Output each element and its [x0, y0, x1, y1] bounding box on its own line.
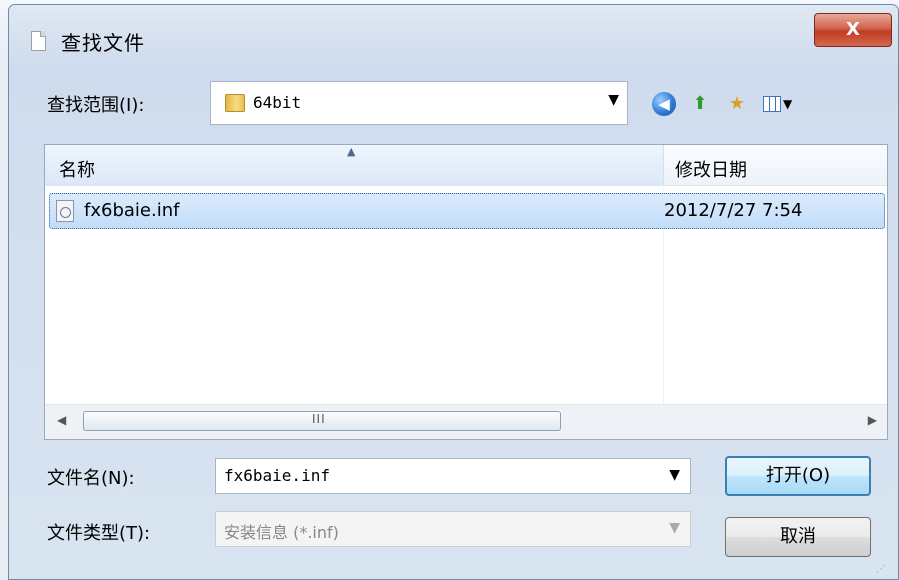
folder-icon [225, 94, 245, 112]
thumb-grip: III [312, 412, 326, 426]
file-name-cell: fx6baie.inf [84, 200, 180, 221]
open-file-dialog: 查找文件 X 查找范围(I): 64bit ▼ ◀ ⬆ ★ ▼ ▲ 名称 修改日… [8, 4, 899, 580]
file-name-input[interactable]: fx6baie.inf ▼ [215, 458, 691, 494]
view-grid-icon [763, 96, 781, 112]
column-name-label: 名称 [59, 160, 95, 181]
close-button[interactable]: X [814, 13, 892, 47]
document-icon [31, 31, 46, 51]
column-header-row: ▲ 名称 修改日期 [45, 145, 887, 186]
file-type-select: 安装信息 (*.inf) ▼ [215, 511, 691, 547]
view-menu-button[interactable]: ▼ [763, 92, 797, 116]
look-in-label: 查找范围(I): [47, 95, 145, 116]
dialog-body: 查找范围(I): 64bit ▼ ◀ ⬆ ★ ▼ ▲ 名称 修改日期 fx6ba… [19, 67, 888, 577]
scroll-thumb[interactable]: III [83, 411, 561, 431]
new-folder-icon[interactable]: ★ [725, 92, 749, 116]
back-icon[interactable]: ◀ [652, 92, 676, 116]
inf-file-icon [56, 200, 74, 222]
horizontal-scrollbar[interactable]: ◀ III ▶ [45, 404, 887, 439]
title-bar: 查找文件 X [9, 5, 898, 67]
file-type-value: 安装信息 (*.inf) [224, 523, 339, 542]
column-header-name[interactable]: ▲ 名称 [45, 145, 664, 185]
look-in-combobox[interactable]: 64bit ▼ [210, 81, 628, 125]
chevron-down-icon[interactable]: ▼ [669, 467, 680, 483]
table-row[interactable]: fx6baie.inf 2012/7/27 7:54 [49, 193, 885, 229]
resize-grip-icon[interactable]: ⋰ [876, 564, 886, 575]
scroll-right-icon[interactable]: ▶ [868, 413, 877, 427]
cancel-button[interactable]: 取消 [725, 517, 871, 557]
look-in-value: 64bit [253, 93, 302, 112]
file-name-label: 文件名(N): [47, 468, 135, 489]
file-type-label: 文件类型(T): [47, 523, 151, 544]
column-header-date[interactable]: 修改日期 [675, 156, 747, 182]
chevron-down-icon: ▼ [783, 97, 793, 111]
chevron-down-icon: ▼ [669, 520, 680, 536]
chevron-down-icon[interactable]: ▼ [608, 92, 619, 108]
file-date-cell: 2012/7/27 7:54 [664, 200, 803, 221]
open-button[interactable]: 打开(O) [725, 456, 871, 496]
sort-ascending-icon: ▲ [347, 145, 356, 158]
up-folder-icon[interactable]: ⬆ [688, 92, 712, 116]
file-list[interactable]: ▲ 名称 修改日期 fx6baie.inf 2012/7/27 7:54 ◀ I… [44, 144, 888, 440]
scroll-left-icon[interactable]: ◀ [57, 413, 66, 427]
window-title: 查找文件 [61, 31, 145, 55]
file-name-value: fx6baie.inf [224, 466, 330, 485]
